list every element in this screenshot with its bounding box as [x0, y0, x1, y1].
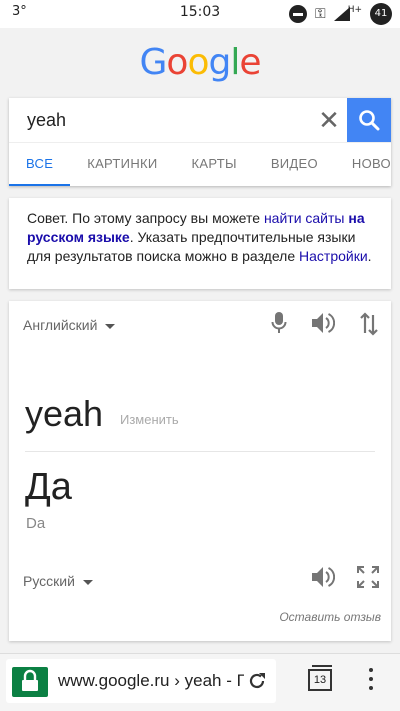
language-tip-card: Совет. По этому запросу вы можете найти … — [9, 198, 391, 289]
tab-maps[interactable]: КАРТЫ — [175, 143, 254, 186]
find-sites-link[interactable]: найти сайты — [264, 210, 345, 226]
transliteration-text: Da — [26, 515, 46, 532]
search-icon — [359, 110, 380, 131]
logo-letter: o — [166, 42, 188, 83]
status-bar: 3° 15:03 ⚿ H+ 41 — [0, 0, 400, 28]
search-card: ✕ ВСЕКАРТИНКИКАРТЫВИДЕОНОВО — [9, 98, 391, 186]
settings-link[interactable]: Настройки — [299, 248, 368, 264]
target-language-label: Русский — [23, 573, 75, 589]
source-language-select[interactable]: Английский — [23, 317, 116, 333]
tab-news[interactable]: НОВО — [335, 143, 391, 186]
fullscreen-icon[interactable] — [357, 566, 379, 588]
translator-card: Английский yeah Изменить Да Da Русский О… — [9, 301, 391, 641]
edit-link[interactable]: Изменить — [120, 412, 179, 427]
url-text: www.google.ru › yeah - Г — [58, 671, 244, 690]
tip-text: . — [367, 248, 372, 264]
tab-switcher-button[interactable]: 13 — [308, 665, 332, 691]
feedback-link[interactable]: Оставить отзыв — [279, 610, 381, 624]
reload-icon[interactable] — [246, 670, 268, 692]
battery-icon: 41 — [370, 3, 392, 25]
key-icon: ⚿ — [315, 6, 326, 22]
tab-all[interactable]: ВСЕ — [9, 143, 71, 186]
divider — [25, 451, 375, 452]
source-text: yeah — [25, 393, 104, 434]
swap-languages-icon[interactable] — [359, 312, 379, 336]
tab-videos[interactable]: ВИДЕО — [254, 143, 335, 186]
speaker-icon[interactable] — [311, 312, 335, 334]
status-icons: ⚿ H+ 41 — [289, 3, 392, 25]
logo-letter: e — [239, 42, 261, 83]
logo-letter: g — [208, 42, 231, 83]
search-button[interactable] — [347, 98, 391, 142]
search-tabs: ВСЕ КАРТИНКИ КАРТЫ ВИДЕО НОВО — [9, 142, 391, 186]
tab-images[interactable]: КАРТИНКИ — [70, 143, 174, 186]
lock-icon — [22, 669, 38, 691]
tip-text: Совет. По этому запросу вы можете — [27, 210, 264, 226]
translation-text: Да — [25, 466, 72, 508]
search-input[interactable] — [9, 98, 347, 142]
close-icon: ✕ — [318, 105, 340, 135]
network-type: H+ — [347, 5, 362, 15]
chevron-down-icon — [82, 579, 93, 585]
browser-toolbar: www.google.ru › yeah - Г 13 — [0, 653, 400, 711]
microphone-icon[interactable] — [271, 311, 287, 335]
logo-letter: l — [230, 42, 240, 83]
logo-letter: o — [187, 42, 209, 83]
target-language-select[interactable]: Русский — [23, 573, 93, 589]
do-not-disturb-icon — [289, 5, 308, 23]
signal-icon — [333, 7, 350, 21]
logo-letter: G — [139, 42, 168, 83]
speaker-icon[interactable] — [311, 566, 335, 588]
address-bar[interactable]: www.google.ru › yeah - Г — [6, 659, 276, 703]
secure-connection-badge[interactable] — [12, 667, 48, 697]
clear-search-button[interactable]: ✕ — [313, 104, 345, 136]
chevron-down-icon — [105, 323, 116, 329]
google-logo: Google — [0, 42, 400, 83]
source-language-label: Английский — [23, 317, 98, 333]
overflow-menu-icon[interactable] — [366, 668, 376, 696]
